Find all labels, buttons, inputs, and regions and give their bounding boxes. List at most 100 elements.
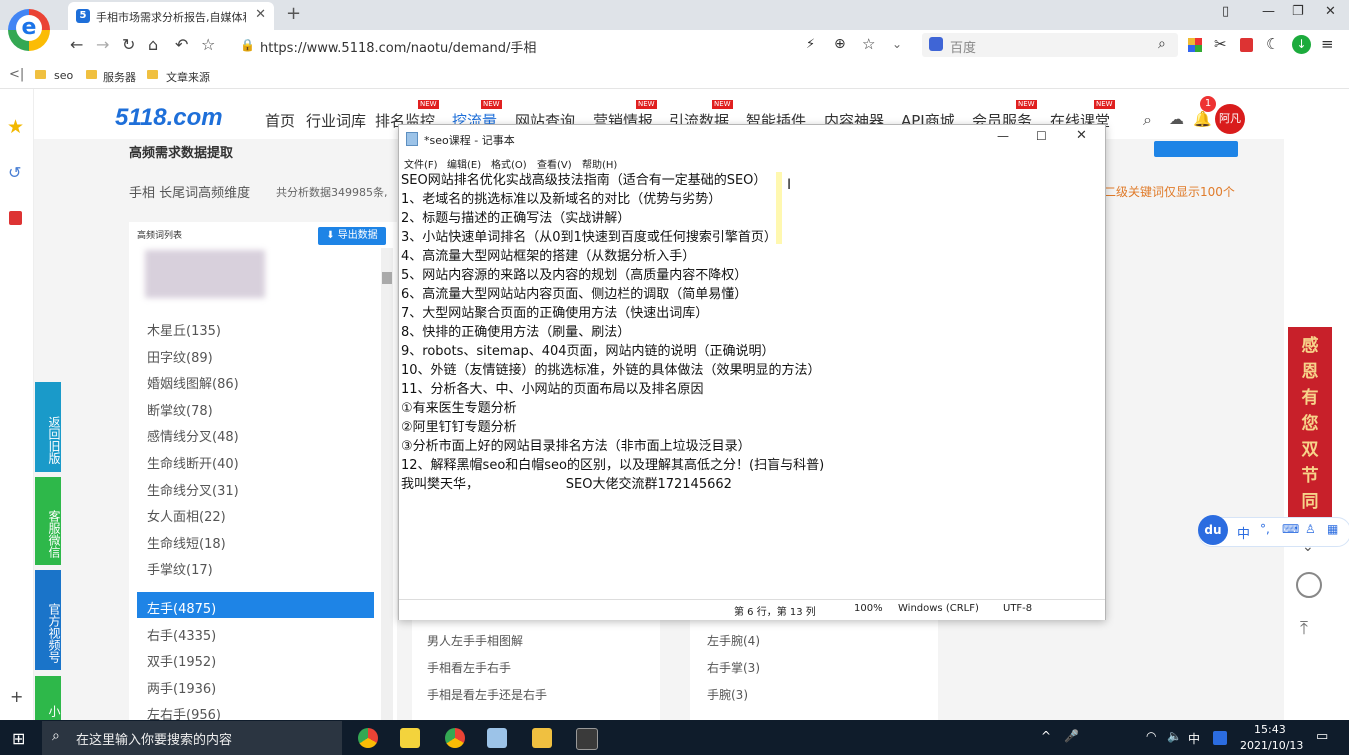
clock-time[interactable]: 15:43 <box>1254 723 1286 736</box>
mini-program-button[interactable]: 小 <box>35 676 61 720</box>
search-input[interactable]: 百度 <box>950 37 976 56</box>
related-keyword-item[interactable]: 手腕(3) <box>707 686 748 703</box>
apps-icon[interactable] <box>1188 38 1202 52</box>
pdf-icon[interactable] <box>1240 38 1253 52</box>
close-window-icon[interactable]: ✕ <box>1325 4 1336 19</box>
bookmark-seo[interactable]: seo <box>54 69 73 82</box>
back-icon[interactable]: ← <box>70 35 83 54</box>
browser-tab[interactable]: 5 手相市场需求分析报告,自媒体和… ✕ <box>68 2 274 30</box>
menu-format[interactable]: 格式(O) <box>491 156 527 171</box>
bookmark-star-icon[interactable]: ☆ <box>862 35 875 53</box>
bell-icon[interactable]: 🔔 <box>1193 110 1212 128</box>
punctuation-icon[interactable]: °, <box>1260 522 1270 536</box>
tray-chevron-icon[interactable]: ^ <box>1041 729 1051 743</box>
notepad-text-area[interactable]: SEO网站排名优化实战高级技法指南（适合有一定基础的SEO） 1、老域名的挑选标准… <box>401 171 1091 494</box>
new-tab-icon[interactable]: + <box>286 3 301 24</box>
bookmark-servers[interactable]: 服务器 <box>103 69 136 85</box>
ime-mode[interactable]: 中 <box>1237 523 1250 542</box>
menu-view[interactable]: 查看(V) <box>537 156 572 171</box>
keyword-item[interactable]: 婚姻线图解(86) <box>147 373 239 392</box>
notepad-taskbar-icon[interactable] <box>487 728 507 748</box>
add-sidebar-icon[interactable]: + <box>10 687 23 706</box>
clock-icon[interactable] <box>1296 572 1322 598</box>
pdf-reader-icon[interactable] <box>9 211 22 225</box>
favorites-star-icon[interactable]: ★ <box>7 116 24 138</box>
notes-icon[interactable] <box>400 728 420 748</box>
scrollbar[interactable] <box>381 248 393 720</box>
url-text[interactable]: https://www.5118.com/naotu/demand/手相 <box>260 37 536 56</box>
site-search-icon[interactable]: ⌕ <box>1143 110 1152 130</box>
notepad-window[interactable]: *seo课程 - 记事本 — ☐ ✕ 文件(F) 编辑(E) 格式(O) 查看(… <box>398 124 1106 620</box>
keyword-item[interactable]: 双手(1952) <box>147 651 216 670</box>
maximize-icon[interactable]: ❐ <box>1292 4 1304 19</box>
keyword-item[interactable]: 右手(4335) <box>147 625 216 644</box>
nav-industry-lexicon[interactable]: 行业词库 <box>306 110 366 131</box>
return-old-version-button[interactable]: 返回旧版 <box>35 382 61 472</box>
sub-keyword-item[interactable]: 手相是看左手还是右手 <box>427 686 547 703</box>
menu-file[interactable]: 文件(F) <box>404 156 438 171</box>
chevron-down-icon[interactable]: ⌄ <box>892 37 902 51</box>
tab-close-icon[interactable]: ✕ <box>255 7 266 22</box>
history-icon[interactable]: ↺ <box>8 163 21 182</box>
keyword-item[interactable]: 感情线分叉(48) <box>147 426 239 445</box>
zoom-icon[interactable]: ⊕ <box>834 36 846 52</box>
forward-icon[interactable]: → <box>96 35 109 54</box>
tray-lang[interactable]: 中 <box>1188 730 1200 747</box>
sub-keyword-item[interactable]: 男人左手手相图解 <box>427 632 523 649</box>
search-icon[interactable]: ⌕ <box>1158 36 1166 52</box>
scissors-icon[interactable]: ✂ <box>1214 35 1227 53</box>
grid-icon[interactable]: ▦ <box>1327 522 1338 536</box>
favorite-star-icon[interactable]: ☆ <box>201 35 215 54</box>
maximize-icon[interactable]: ☐ <box>1036 129 1047 143</box>
menu-edit[interactable]: 编辑(E) <box>447 156 481 171</box>
minimize-icon[interactable]: — <box>997 129 1009 143</box>
ime-tray-icon[interactable] <box>1213 731 1227 745</box>
chrome-icon[interactable] <box>358 728 378 748</box>
export-button[interactable]: ⬇ 导出数据 <box>318 227 386 245</box>
menu-help[interactable]: 帮助(H) <box>582 156 617 171</box>
keyword-item[interactable]: 木星丘(135) <box>147 320 221 339</box>
site-logo[interactable]: 5118.com <box>115 104 223 132</box>
notification-center-icon[interactable]: ▭ <box>1316 729 1328 744</box>
download-icon[interactable]: ↓ <box>1292 35 1311 54</box>
keyword-item[interactable]: 女人面相(22) <box>147 506 226 525</box>
official-video-button[interactable]: 官方视频号 <box>35 570 61 670</box>
close-icon[interactable]: ✕ <box>1076 128 1087 143</box>
keyword-item[interactable]: 生命线短(18) <box>147 533 226 552</box>
reload-icon[interactable]: ↻ <box>122 35 135 54</box>
related-keyword-item[interactable]: 左手腕(4) <box>707 632 760 649</box>
customer-wechat-button[interactable]: 客服微信 <box>35 477 61 565</box>
keyword-item[interactable]: 生命线断开(40) <box>147 453 239 472</box>
avatar[interactable]: 阿凡 <box>1215 104 1245 134</box>
keyword-item[interactable]: 断掌纹(78) <box>147 400 213 419</box>
mic-icon[interactable]: 🎤 <box>1064 729 1079 743</box>
browser-icon[interactable] <box>445 728 465 748</box>
file-explorer-icon[interactable] <box>532 728 552 748</box>
notepad-scrollbar[interactable] <box>1091 171 1103 599</box>
lightning-icon[interactable]: ⚡ <box>806 37 815 52</box>
back-to-top-icon[interactable]: ⤒ <box>1300 618 1308 639</box>
scrollbar-thumb[interactable] <box>382 272 392 284</box>
moon-icon[interactable]: ☾ <box>1266 35 1279 53</box>
keyboard-icon[interactable]: ⌨ <box>1282 522 1299 536</box>
camera-icon[interactable] <box>576 728 598 750</box>
keyword-item[interactable]: 田字纹(89) <box>147 347 213 366</box>
cloud-download-icon[interactable]: ☁ <box>1169 110 1184 128</box>
sidebar-toggle-icon[interactable]: <| <box>9 67 24 82</box>
user-icon[interactable]: ♙ <box>1305 522 1316 536</box>
menu-icon[interactable]: ≡ <box>1321 35 1334 53</box>
nav-home[interactable]: 首页 <box>265 110 295 131</box>
top-action-button[interactable] <box>1154 141 1238 157</box>
keyword-item[interactable]: 两手(1936) <box>147 678 216 697</box>
related-keyword-item[interactable]: 右手掌(3) <box>707 659 760 676</box>
restore-layout-icon[interactable]: ▯ <box>1222 4 1229 19</box>
start-icon[interactable]: ⊞ <box>12 729 25 748</box>
taskbar-search-input[interactable]: 在这里输入你要搜索的内容 <box>76 729 232 748</box>
minimize-icon[interactable]: — <box>1262 4 1275 19</box>
undo-icon[interactable]: ↶ <box>175 35 188 54</box>
sub-keyword-item[interactable]: 手相看左手右手 <box>427 659 511 676</box>
home-icon[interactable]: ⌂ <box>148 35 158 54</box>
keyword-item[interactable]: 生命线分叉(31) <box>147 480 239 499</box>
network-icon[interactable]: ◠ <box>1146 729 1156 743</box>
clock-date[interactable]: 2021/10/13 <box>1240 739 1303 752</box>
